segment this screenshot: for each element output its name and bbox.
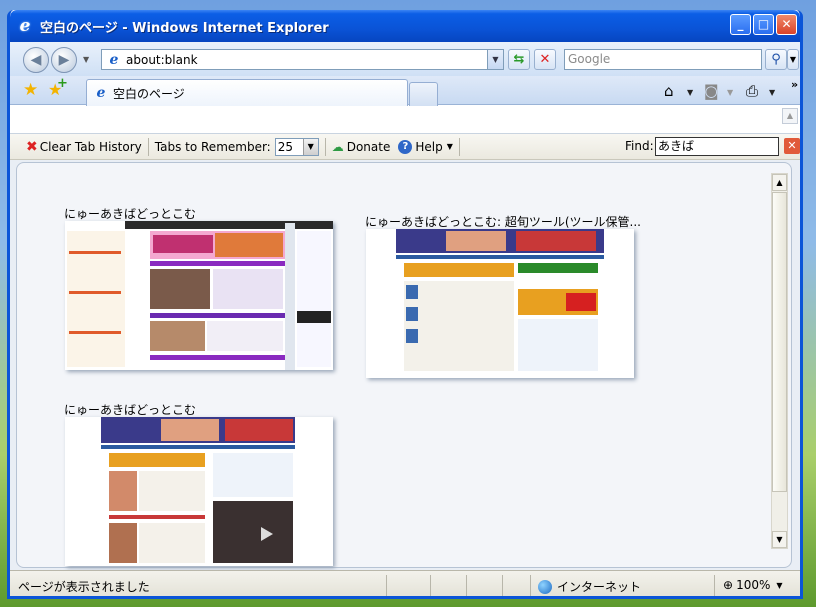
help-dropdown-icon: ▼ xyxy=(446,142,453,151)
zoom-dropdown-icon: ▼ xyxy=(776,580,783,590)
new-tab-button[interactable] xyxy=(409,82,438,106)
search-options-icon[interactable]: ▼ xyxy=(787,49,799,70)
history-dropdown-icon[interactable]: ▼ xyxy=(83,55,89,64)
search-icon[interactable]: ⚲ xyxy=(765,49,787,70)
zone-label: インターネット xyxy=(557,580,642,594)
tabs-to-remember: Tabs to Remember: 25 ▼ xyxy=(151,136,323,158)
feeds-dropdown-icon[interactable]: ▼ xyxy=(727,88,733,97)
refresh-icon[interactable]: ⇆ xyxy=(508,49,530,70)
scrollbar-thumb[interactable] xyxy=(772,192,787,492)
tab-bar: ★ ★ e 空白のページ ⌂ ▼ ◙ ▼ ⎙ ▼ » xyxy=(10,76,800,106)
tabs-to-remember-value: 25 xyxy=(277,139,293,154)
back-arrow-icon[interactable]: ◀ xyxy=(23,47,49,73)
help-button[interactable]: ? Help ▼ xyxy=(394,136,457,158)
donate-label: Donate xyxy=(346,139,391,154)
status-divider xyxy=(466,575,467,596)
thumbnail-page-2[interactable] xyxy=(366,229,634,378)
content-area: にゅーあきばどっとこむ にゅーあきばどっとこむ: 超旬ツール(ツール保管... … xyxy=(10,160,800,570)
page-3-preview-image xyxy=(65,417,333,566)
more-commands-icon[interactable]: » xyxy=(791,78,798,91)
ie-window: e 空白のページ - Windows Internet Explorer _ □… xyxy=(7,10,803,599)
tab-blank-page[interactable]: e 空白のページ xyxy=(86,79,408,106)
find-label: Find: xyxy=(625,139,654,153)
vertical-scrollbar[interactable]: ▲ ▼ xyxy=(771,173,788,549)
donate-icon: ☁ xyxy=(331,139,344,154)
address-dropdown-icon[interactable]: ▼ xyxy=(487,50,503,69)
status-divider xyxy=(714,575,715,596)
clear-tab-history-button[interactable]: ✖ Clear Tab History xyxy=(22,136,146,158)
forward-arrow-icon[interactable]: ▶ xyxy=(51,47,77,73)
clear-tab-history-label: Clear Tab History xyxy=(39,139,142,154)
toolbar-divider xyxy=(458,137,460,156)
info-bar: ▲ xyxy=(10,106,800,134)
ie-logo-icon: e xyxy=(19,16,31,36)
tab-ie-icon: e xyxy=(96,85,106,101)
thumbnail-title[interactable]: にゅーあきばどっとこむ xyxy=(64,205,196,222)
address-input[interactable]: about:blank xyxy=(126,53,198,67)
tabs-to-remember-select[interactable]: 25 ▼ xyxy=(274,137,319,156)
toolbar-divider xyxy=(324,137,326,156)
security-zone[interactable]: インターネット xyxy=(538,578,641,595)
close-button[interactable]: ✕ xyxy=(776,14,797,35)
address-bar[interactable]: e about:blank ▼ xyxy=(101,49,504,70)
print-dropdown-icon[interactable]: ▼ xyxy=(769,88,775,97)
thumbnail-page-1[interactable] xyxy=(65,221,333,370)
thumbnail-title[interactable]: にゅーあきばどっとこむ: 超旬ツール(ツール保管... xyxy=(365,213,641,230)
tabs-to-remember-label: Tabs to Remember: xyxy=(154,139,271,154)
globe-icon xyxy=(538,579,552,594)
status-divider xyxy=(530,575,531,596)
window-title: 空白のページ - Windows Internet Explorer xyxy=(40,20,329,36)
page-ie-icon: e xyxy=(109,51,119,68)
zoom-icon: ⊕ xyxy=(723,578,734,592)
toolbar-divider xyxy=(147,137,149,156)
favorites-star-icon[interactable]: ★ xyxy=(23,80,38,100)
status-divider xyxy=(386,575,387,596)
zoom-control[interactable]: ⊕ 100% ▼ xyxy=(723,578,783,592)
status-divider xyxy=(430,575,431,596)
tab-history-panel: にゅーあきばどっとこむ にゅーあきばどっとこむ: 超旬ツール(ツール保管... … xyxy=(16,162,792,568)
thumbnail-page-3[interactable] xyxy=(65,417,333,566)
title-bar[interactable]: e 空白のページ - Windows Internet Explorer _ □… xyxy=(10,10,800,42)
thumbnail-title[interactable]: にゅーあきばどっとこむ xyxy=(64,401,196,418)
zoom-level: 100% xyxy=(736,578,771,592)
maximize-button[interactable]: □ xyxy=(753,14,774,35)
minimize-button[interactable]: _ xyxy=(730,14,751,35)
clear-x-icon: ✖ xyxy=(26,138,38,155)
scroll-up-icon[interactable]: ▲ xyxy=(772,174,787,191)
help-label: Help xyxy=(415,139,443,154)
feeds-icon[interactable]: ◙ xyxy=(704,82,719,100)
scroll-down-icon[interactable]: ▼ xyxy=(772,531,787,548)
status-text: ページが表示されました xyxy=(18,580,150,594)
navigation-bar: ◀ ▶ ▼ e about:blank ▼ ⇆ ✕ Google ⚲ ▼ xyxy=(10,42,800,76)
print-icon[interactable]: ⎙ xyxy=(746,82,758,100)
add-favorites-icon[interactable]: ★ xyxy=(48,76,68,99)
home-icon[interactable]: ⌂ xyxy=(664,82,674,100)
find-input[interactable]: あきば xyxy=(655,137,779,156)
donate-button[interactable]: ☁ Donate xyxy=(328,136,395,158)
info-scroll-icon[interactable]: ▲ xyxy=(782,108,798,124)
search-input[interactable]: Google xyxy=(564,49,762,70)
page-2-preview-image xyxy=(366,229,634,378)
home-dropdown-icon[interactable]: ▼ xyxy=(687,88,693,97)
status-divider xyxy=(502,575,503,596)
chevron-down-icon[interactable]: ▼ xyxy=(302,138,318,155)
help-icon: ? xyxy=(398,139,413,154)
status-bar: ページが表示されました インターネット ⊕ 100% ▼ xyxy=(10,570,800,596)
tab-label: 空白のページ xyxy=(113,86,185,101)
page-1-preview-image xyxy=(65,221,333,370)
window-controls: _ □ ✕ xyxy=(730,14,797,35)
tab-history-toolbar: ✖ Clear Tab History Tabs to Remember: 25… xyxy=(10,134,800,160)
find-close-icon[interactable]: ✕ xyxy=(784,138,800,154)
stop-icon[interactable]: ✕ xyxy=(534,49,556,70)
